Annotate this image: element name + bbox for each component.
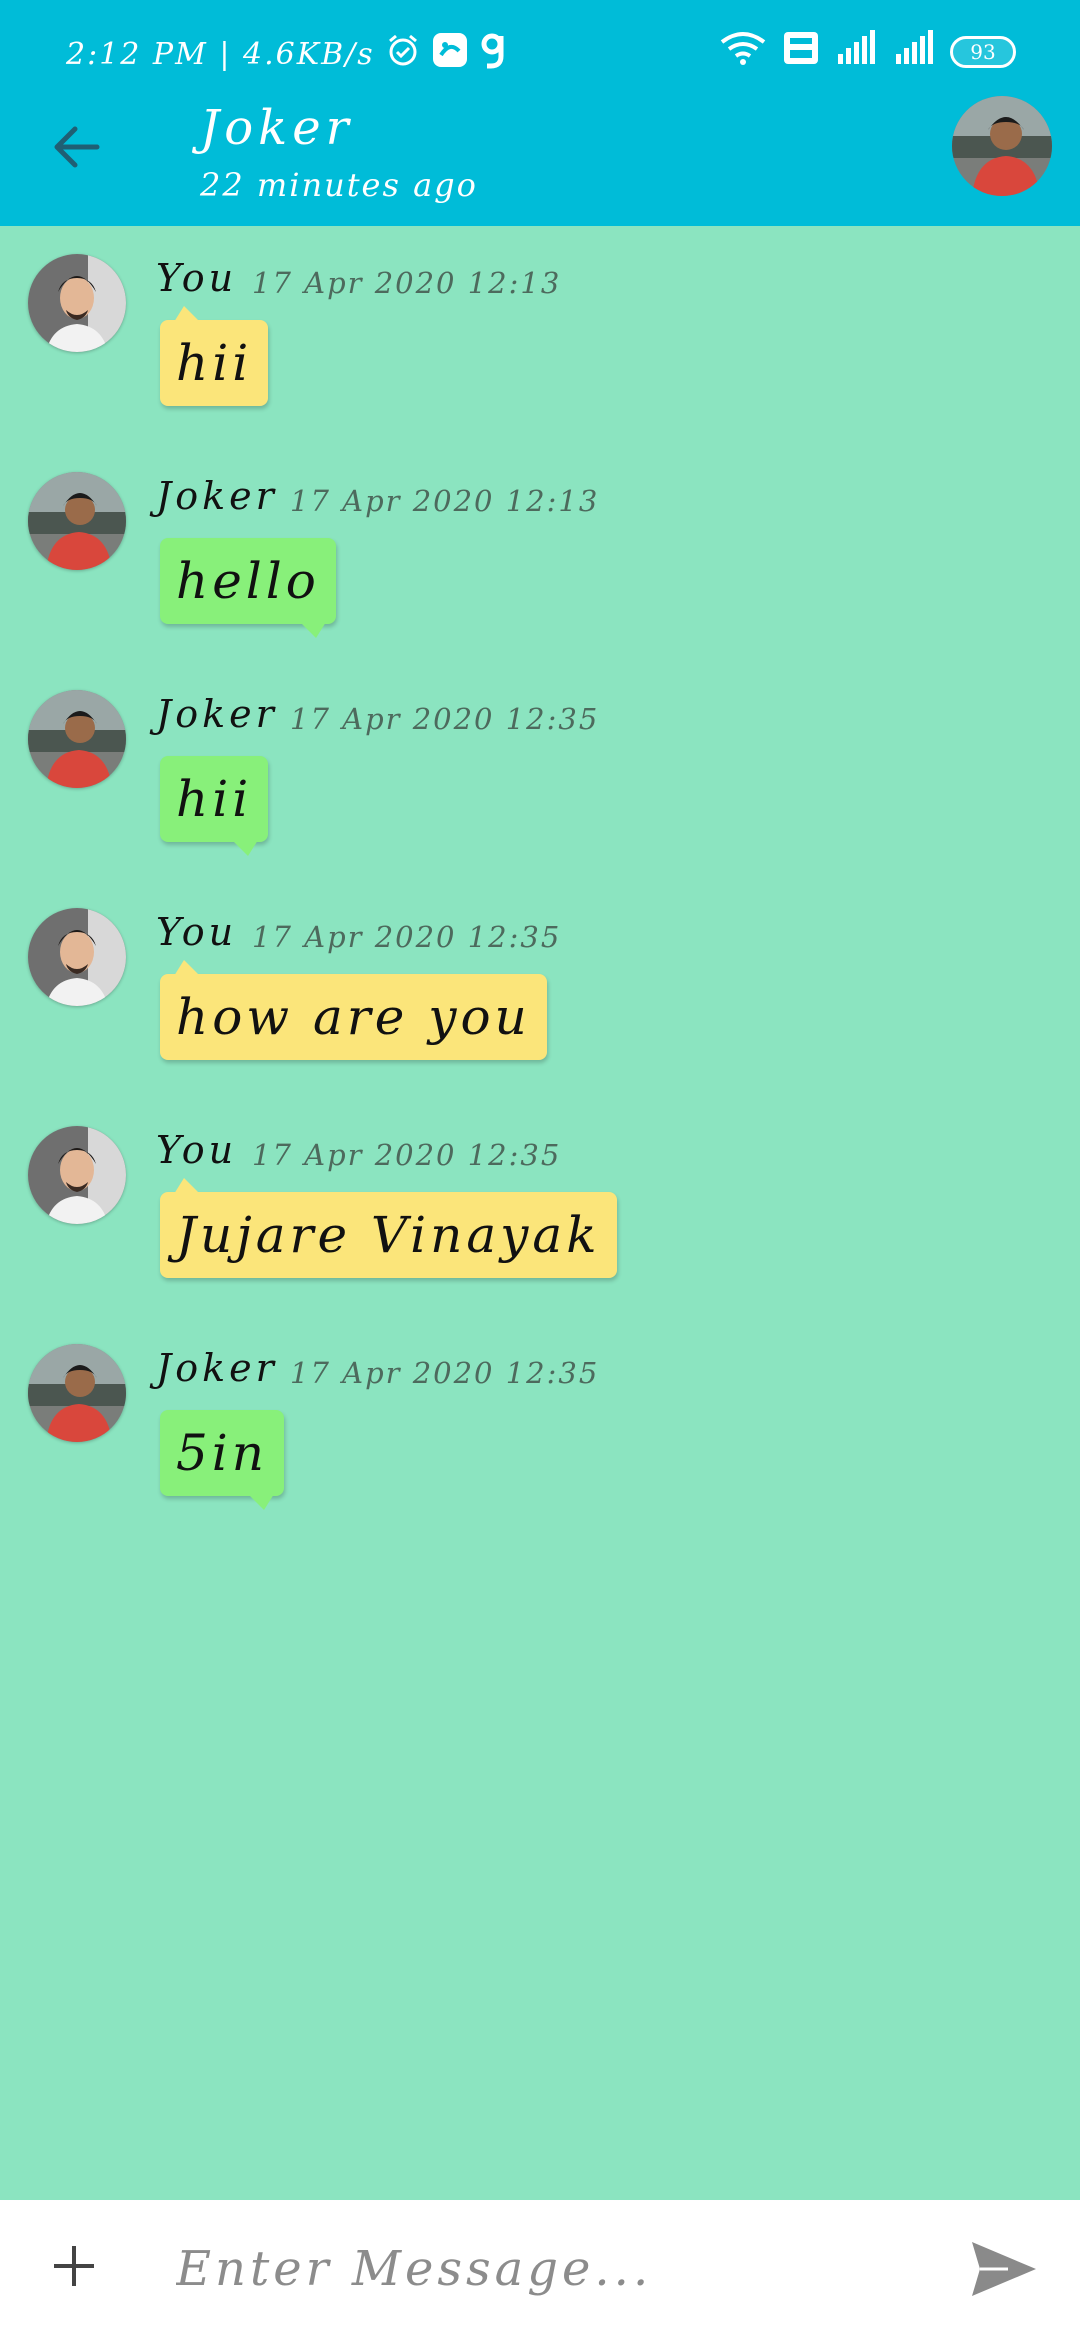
sender-name: Joker bbox=[156, 474, 278, 518]
volte-icon bbox=[782, 30, 820, 74]
chat-title: Joker bbox=[200, 100, 354, 156]
avatar bbox=[28, 254, 126, 352]
message-item: You 17 Apr 2020 12:13 hii bbox=[0, 226, 1080, 426]
contact-avatar[interactable] bbox=[952, 96, 1052, 196]
message-item: Joker 17 Apr 2020 12:35 5in bbox=[0, 1316, 1080, 1516]
message-item: Joker 17 Apr 2020 12:13 hello bbox=[0, 444, 1080, 644]
message-time: 17 Apr 2020 12:35 bbox=[252, 920, 562, 954]
status-bar: 2:12 PM | 4.6KB/s 93 bbox=[0, 0, 1080, 100]
back-button[interactable] bbox=[44, 116, 110, 182]
avatar bbox=[28, 690, 126, 788]
wifi-icon bbox=[718, 30, 768, 74]
avatar bbox=[28, 1344, 126, 1442]
message-input[interactable] bbox=[176, 2224, 916, 2314]
message-item: You 17 Apr 2020 12:35 Jujare Vinayak bbox=[0, 1098, 1080, 1298]
message-bubble[interactable]: hii bbox=[160, 756, 269, 856]
message-time: 17 Apr 2020 12:13 bbox=[252, 266, 562, 300]
avatar bbox=[28, 472, 126, 570]
status-time-speed: 2:12 PM | 4.6KB/s bbox=[66, 36, 375, 72]
signal-icon bbox=[834, 30, 878, 74]
message-composer bbox=[0, 2200, 1080, 2340]
message-bubble[interactable]: hii bbox=[160, 306, 269, 406]
message-time: 17 Apr 2020 12:35 bbox=[252, 1138, 562, 1172]
sender-name: Joker bbox=[156, 1346, 278, 1390]
signal-icon bbox=[892, 30, 936, 74]
message-time: 17 Apr 2020 12:35 bbox=[290, 1356, 600, 1390]
message-bubble[interactable]: how are you bbox=[160, 960, 547, 1060]
app-bar: 2:12 PM | 4.6KB/s 93 Joker 22 minutes ag… bbox=[0, 0, 1080, 226]
sender-name: Joker bbox=[156, 692, 278, 736]
send-button[interactable] bbox=[968, 2236, 1040, 2302]
message-time: 17 Apr 2020 12:35 bbox=[290, 702, 600, 736]
message-bubble[interactable]: hello bbox=[160, 538, 336, 638]
plus-icon bbox=[44, 2246, 104, 2300]
avatar bbox=[28, 1126, 126, 1224]
message-bubble[interactable]: 5in bbox=[160, 1410, 285, 1510]
message-item: Joker 17 Apr 2020 12:35 hii bbox=[0, 662, 1080, 862]
sender-name: You bbox=[156, 256, 238, 300]
send-icon bbox=[968, 2242, 1040, 2306]
sender-name: You bbox=[156, 1128, 238, 1172]
arrow-left-icon bbox=[49, 119, 105, 179]
sender-name: You bbox=[156, 910, 238, 954]
last-seen: 22 minutes ago bbox=[200, 166, 478, 204]
message-item: You 17 Apr 2020 12:35 how are you bbox=[0, 880, 1080, 1080]
battery-indicator: 93 bbox=[950, 36, 1016, 68]
message-time: 17 Apr 2020 12:13 bbox=[290, 484, 600, 518]
messenger-icon bbox=[431, 31, 469, 77]
alarm-icon bbox=[385, 32, 421, 76]
message-bubble[interactable]: Jujare Vinayak bbox=[160, 1178, 617, 1278]
attach-button[interactable] bbox=[44, 2236, 104, 2296]
avatar bbox=[28, 908, 126, 1006]
g-app-icon bbox=[479, 30, 509, 78]
